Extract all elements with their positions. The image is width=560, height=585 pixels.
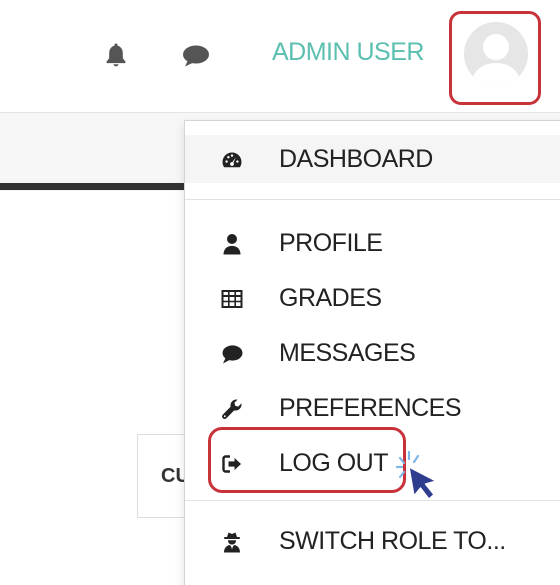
menu-item-switch-role[interactable]: SWITCH ROLE TO... [185, 517, 560, 565]
header-underline [0, 183, 190, 190]
chat-bubble-icon [222, 345, 243, 364]
avatar-button[interactable] [449, 11, 541, 105]
menu-divider [185, 500, 560, 501]
menu-item-logout[interactable]: LOG OUT [185, 439, 560, 487]
menu-item-label: GRADES [279, 284, 382, 312]
user-secret-icon [224, 532, 240, 553]
user-icon [223, 234, 241, 255]
user-name-link[interactable]: ADMIN USER [272, 38, 424, 67]
menu-item-messages[interactable]: MESSAGES [185, 329, 560, 377]
menu-item-preferences[interactable]: PREFERENCES [185, 384, 560, 432]
menu-divider [185, 199, 560, 200]
menu-item-label: PROFILE [279, 229, 383, 257]
table-grid-icon [221, 290, 243, 308]
menu-item-label: LOG OUT [279, 449, 389, 477]
menu-item-label: SWITCH ROLE TO... [279, 527, 506, 555]
menu-item-label: PREFERENCES [279, 394, 462, 422]
menu-item-label: DASHBOARD [279, 145, 433, 173]
menu-item-grades[interactable]: GRADES [185, 274, 560, 322]
menu-item-dashboard[interactable]: DASHBOARD [185, 135, 560, 183]
dashboard-gauge-icon [222, 152, 242, 168]
user-menu-dropdown: DASHBOARD PROFILE GRADES MESSAGES PREFER… [184, 120, 560, 585]
bell-icon[interactable] [104, 42, 128, 68]
default-avatar-icon [464, 22, 528, 86]
menu-item-profile[interactable]: PROFILE [185, 219, 560, 267]
top-navbar: ADMIN USER [0, 0, 560, 112]
sign-out-icon [222, 455, 241, 473]
user-avatar [464, 22, 528, 86]
menu-item-label: MESSAGES [279, 339, 416, 367]
wrench-icon [222, 399, 242, 419]
page: ADMIN USER CU DASHBOARD PROFILE GRADES M… [0, 0, 560, 585]
chat-bubble-icon[interactable] [181, 44, 211, 68]
